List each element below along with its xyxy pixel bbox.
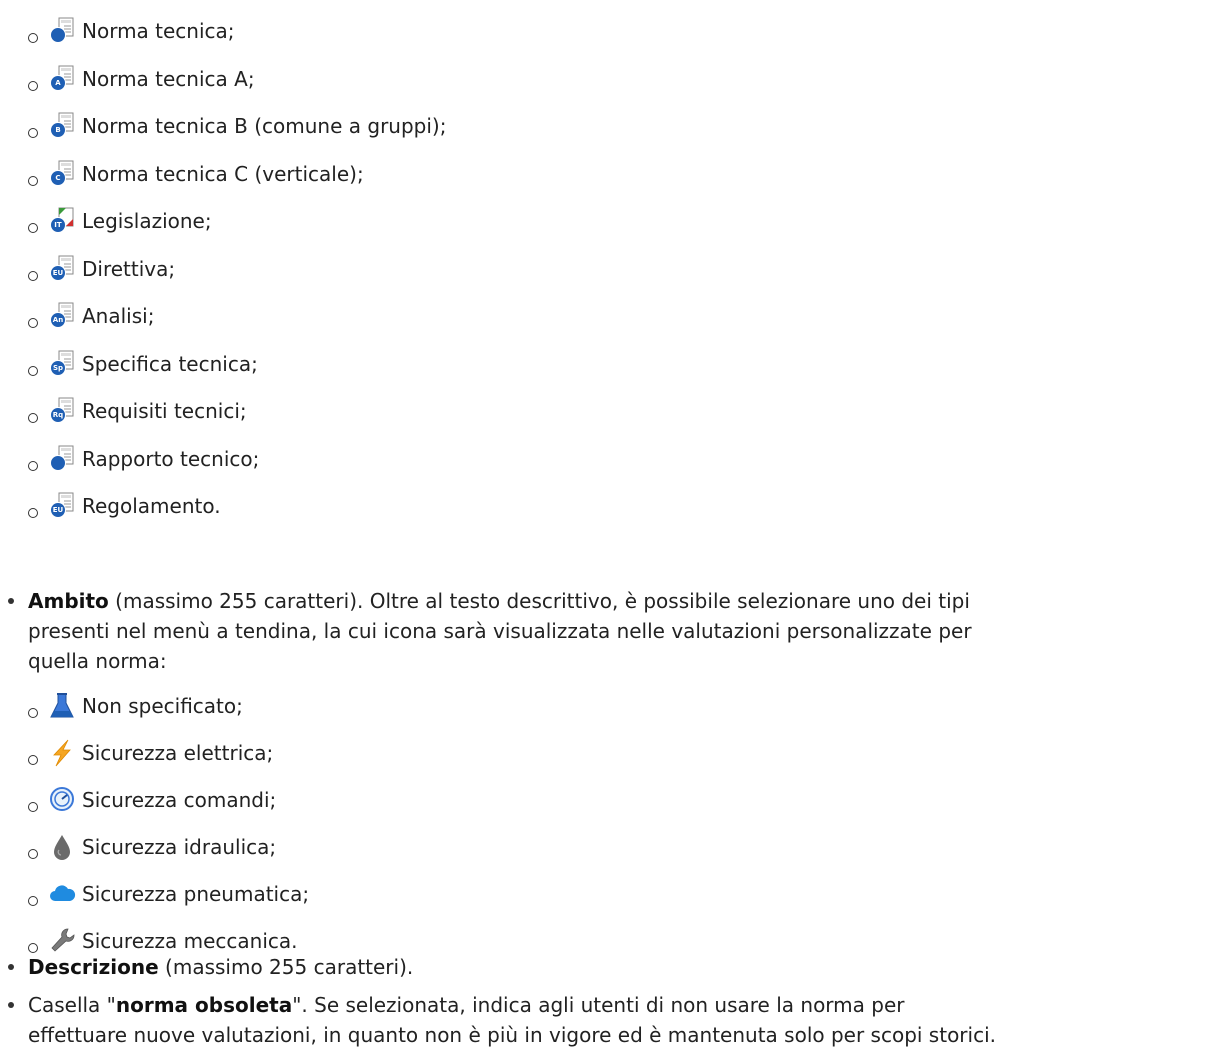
obsoleta-suffix: ". Se selezionata, indica agli utenti di…	[292, 993, 905, 1017]
obsoleta-term: norma obsoleta	[115, 993, 293, 1017]
cloud-icon	[48, 879, 76, 909]
list-marker	[28, 128, 38, 138]
norm-type-label: Regolamento.	[82, 494, 221, 518]
norm-type-label: Norma tecnica B (comune a gruppi);	[82, 114, 447, 138]
list-marker	[28, 508, 38, 518]
norm-type-item: Rapporto tecnico;	[28, 442, 259, 476]
norm-a-icon: A	[48, 64, 76, 94]
descrizione-term: Descrizione	[28, 955, 159, 979]
list-marker	[28, 802, 38, 812]
legislation-icon: IT	[48, 206, 76, 236]
scope-label: Sicurezza meccanica.	[82, 929, 298, 953]
norm-type-item: C Norma tecnica C (verticale);	[28, 157, 364, 191]
norm-type-item: B Norma tecnica B (comune a gruppi);	[28, 109, 446, 143]
lightning-icon	[48, 738, 76, 768]
bullet-dot	[8, 964, 14, 970]
list-marker	[28, 175, 38, 186]
norm-type-label: Legislazione;	[82, 209, 212, 233]
norm-type-label: Analisi;	[82, 304, 155, 328]
norm-type-label: Specifica tecnica;	[82, 351, 258, 376]
ambito-text-line2: presenti nel menù a tendina, la cui icon…	[28, 619, 972, 643]
list-marker	[28, 223, 38, 233]
svg-text:An: An	[53, 316, 63, 324]
bullet-dot	[8, 598, 14, 604]
norm-b-icon: B	[48, 111, 76, 141]
svg-text:EU: EU	[53, 506, 64, 514]
ambito-text-line3: quella norma:	[28, 649, 167, 673]
scope-item: Non specificato;	[28, 689, 243, 723]
ambito-text-line1: (massimo 255 caratteri). Oltre al testo …	[108, 589, 970, 613]
bullet-descrizione: Descrizione (massimo 255 caratteri).	[0, 952, 1190, 982]
norm-type-label: Direttiva;	[82, 256, 176, 281]
obsoleta-line2: effettuare nuove valutazioni, in quanto …	[28, 1023, 996, 1047]
scope-item: Sicurezza comandi;	[28, 783, 276, 817]
scope-label: Non specificato;	[82, 694, 243, 718]
water-drop-icon	[48, 832, 76, 862]
scope-item: Sicurezza pneumatica;	[28, 877, 309, 911]
svg-text:Rq: Rq	[53, 411, 63, 419]
scope-label: Sicurezza pneumatica;	[82, 882, 310, 906]
svg-text:B: B	[55, 126, 60, 134]
technical-spec-icon: Sp	[48, 349, 76, 379]
ambito-paragraph: Ambito (massimo 255 caratteri). Oltre al…	[28, 586, 1190, 676]
list-marker	[28, 33, 38, 43]
descrizione-text: (massimo 255 caratteri).	[158, 955, 414, 979]
list-marker	[28, 365, 38, 376]
svg-text:IT: IT	[54, 221, 62, 229]
analysis-icon: An	[48, 301, 76, 331]
norm-type-label: Norma tecnica C (verticale);	[82, 161, 364, 186]
list-marker	[28, 270, 38, 281]
list-marker	[28, 708, 38, 718]
list-marker	[28, 80, 38, 91]
norm-icon	[48, 16, 76, 46]
norm-type-item: Rq Requisiti tecnici;	[28, 394, 247, 428]
technical-requirements-icon: Rq	[48, 396, 76, 426]
obsoleta-paragraph: Casella "norma obsoleta". Se selezionata…	[28, 990, 1190, 1050]
norm-type-label: Rapporto tecnico;	[82, 446, 260, 471]
gauge-icon	[48, 785, 76, 815]
svg-text:Sp: Sp	[53, 364, 63, 372]
scope-label: Sicurezza elettrica;	[82, 741, 274, 765]
list-marker	[28, 318, 38, 328]
descrizione-paragraph: Descrizione (massimo 255 caratteri).	[28, 952, 1190, 982]
obsoleta-prefix: Casella "	[28, 993, 116, 1017]
bullet-ambito: Ambito (massimo 255 caratteri). Oltre al…	[0, 586, 1190, 676]
norm-type-item: EU Direttiva;	[28, 252, 175, 286]
svg-text:C: C	[55, 174, 60, 182]
list-marker	[28, 460, 38, 471]
regulation-icon: EU	[48, 491, 76, 521]
list-marker	[28, 896, 38, 906]
bullet-norma-obsoleta: Casella "norma obsoleta". Se selezionata…	[0, 990, 1190, 1050]
technical-report-icon	[48, 444, 76, 474]
directive-icon: EU	[48, 254, 76, 284]
bullet-dot	[8, 1002, 14, 1008]
svg-text:A: A	[55, 79, 61, 87]
norm-type-item: A Norma tecnica A;	[28, 62, 255, 96]
list-marker	[28, 849, 38, 859]
svg-text:EU: EU	[53, 269, 64, 277]
scope-label: Sicurezza comandi;	[82, 788, 277, 812]
list-marker	[28, 755, 38, 765]
norm-type-label: Requisiti tecnici;	[82, 399, 247, 423]
scope-label: Sicurezza idraulica;	[82, 835, 277, 859]
document-page: Norma tecnica; A Norma tecnica A; B Norma te…	[0, 0, 1216, 1047]
norm-type-item: EU Regolamento.	[28, 489, 221, 523]
flask-icon	[48, 691, 76, 721]
norm-type-item: IT Legislazione;	[28, 204, 212, 238]
norm-type-label: Norma tecnica A;	[82, 66, 255, 91]
list-marker	[28, 413, 38, 423]
ambito-term: Ambito	[28, 589, 109, 613]
norm-c-icon: C	[48, 159, 76, 189]
norm-type-label: Norma tecnica;	[82, 19, 235, 43]
scope-item: Sicurezza elettrica;	[28, 736, 273, 770]
norm-type-item: An Analisi;	[28, 299, 154, 333]
scope-item: Sicurezza idraulica;	[28, 830, 276, 864]
norm-type-item: Norma tecnica;	[28, 14, 235, 48]
norm-type-item: Sp Specifica tecnica;	[28, 347, 258, 381]
